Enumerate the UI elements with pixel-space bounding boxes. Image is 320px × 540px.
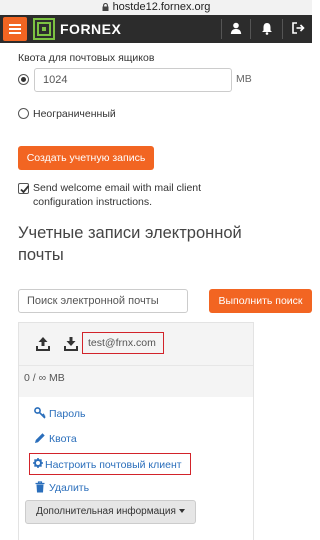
key-icon [34,407,46,419]
create-account-button[interactable]: Создать учетную запись [18,146,154,170]
welcome-email-label: Send welcome email with mail client conf… [33,182,202,208]
accounts-heading: Учетные записи электронной почты [18,224,242,264]
quota-unlimited-label: Неограниченный [33,108,116,120]
lock-icon [102,3,109,11]
quota-unlimited-radio[interactable] [18,108,29,119]
browser-url-bar[interactable]: hostde12.fornex.org [0,0,312,15]
welcome-email-checkbox[interactable] [18,183,30,194]
configure-client-link[interactable]: Настроить почтовый клиент [33,458,182,471]
quota-link[interactable]: Квота [34,432,77,445]
menu-button[interactable] [3,17,27,41]
gear-icon [33,458,43,470]
brand-name: FORNEX [60,21,122,37]
logout-icon[interactable] [288,19,308,39]
quota-limited-radio[interactable] [18,74,29,85]
top-header: FORNEX [0,15,312,43]
bell-icon[interactable] [257,19,277,39]
caret-down-icon [178,509,185,513]
url-text: hostde12.fornex.org [112,1,211,13]
quota-label: Квота для почтовых ящиков [18,52,155,64]
quota-input[interactable]: 1024 [34,68,232,92]
hamburger-icon [9,24,21,26]
account-usage: 0 / ∞ MB [24,372,65,384]
search-button[interactable]: Выполнить поиск [209,289,312,313]
delete-link[interactable]: Удалить [34,481,89,494]
check-icon [20,185,30,194]
trash-icon [34,481,46,493]
more-info-button[interactable]: Дополнительная информация [25,500,196,524]
fornex-logo-icon [33,18,55,40]
quota-unit: MB [236,73,252,85]
upload-icon[interactable] [36,336,52,352]
email-search-input[interactable]: Поиск электронной почты [18,289,188,313]
download-icon[interactable] [64,336,80,352]
pencil-icon [34,432,46,444]
user-icon[interactable] [226,19,246,39]
account-email[interactable]: test@frnx.com [82,332,164,354]
password-link[interactable]: Пароль [34,407,85,420]
